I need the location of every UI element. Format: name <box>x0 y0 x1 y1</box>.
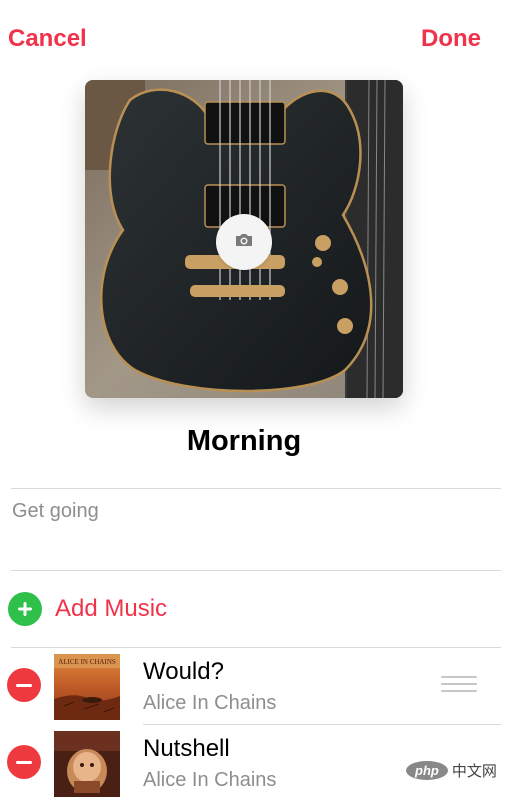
watermark: php 中文网 <box>402 758 501 783</box>
minus-icon <box>16 760 32 764</box>
remove-track-button[interactable] <box>7 668 41 702</box>
watermark-text: 中文网 <box>451 763 497 780</box>
track-artist: Alice In Chains <box>143 769 277 791</box>
change-artwork-button[interactable] <box>216 214 272 270</box>
add-music-button[interactable]: Add Music <box>8 590 167 628</box>
track-artist: Alice In Chains <box>143 692 277 714</box>
track-row[interactable]: ALICE IN CHAINS Would? Alice In Chains <box>0 648 507 724</box>
edit-playlist-screen: Cancel Done Morning Get going Add Music … <box>0 0 507 804</box>
divider <box>11 570 501 571</box>
divider <box>11 488 501 489</box>
php-logo: php <box>406 761 448 780</box>
track-title: Would? <box>143 658 224 685</box>
remove-track-button[interactable] <box>7 745 41 779</box>
minus-icon <box>16 683 32 687</box>
done-button[interactable]: Done <box>421 24 481 54</box>
playlist-description-field[interactable]: Get going <box>12 500 99 523</box>
album-thumbnail: ALICE IN CHAINS <box>54 654 120 720</box>
camera-icon <box>234 232 254 253</box>
playlist-title[interactable]: Morning <box>0 425 488 458</box>
svg-text:ALICE IN CHAINS: ALICE IN CHAINS <box>58 658 116 666</box>
reorder-handle-icon[interactable] <box>441 676 477 694</box>
track-title: Nutshell <box>143 735 230 762</box>
album-thumbnail <box>54 731 120 797</box>
add-music-label: Add Music <box>55 595 168 622</box>
cancel-button[interactable]: Cancel <box>8 24 87 54</box>
plus-icon <box>8 592 42 626</box>
